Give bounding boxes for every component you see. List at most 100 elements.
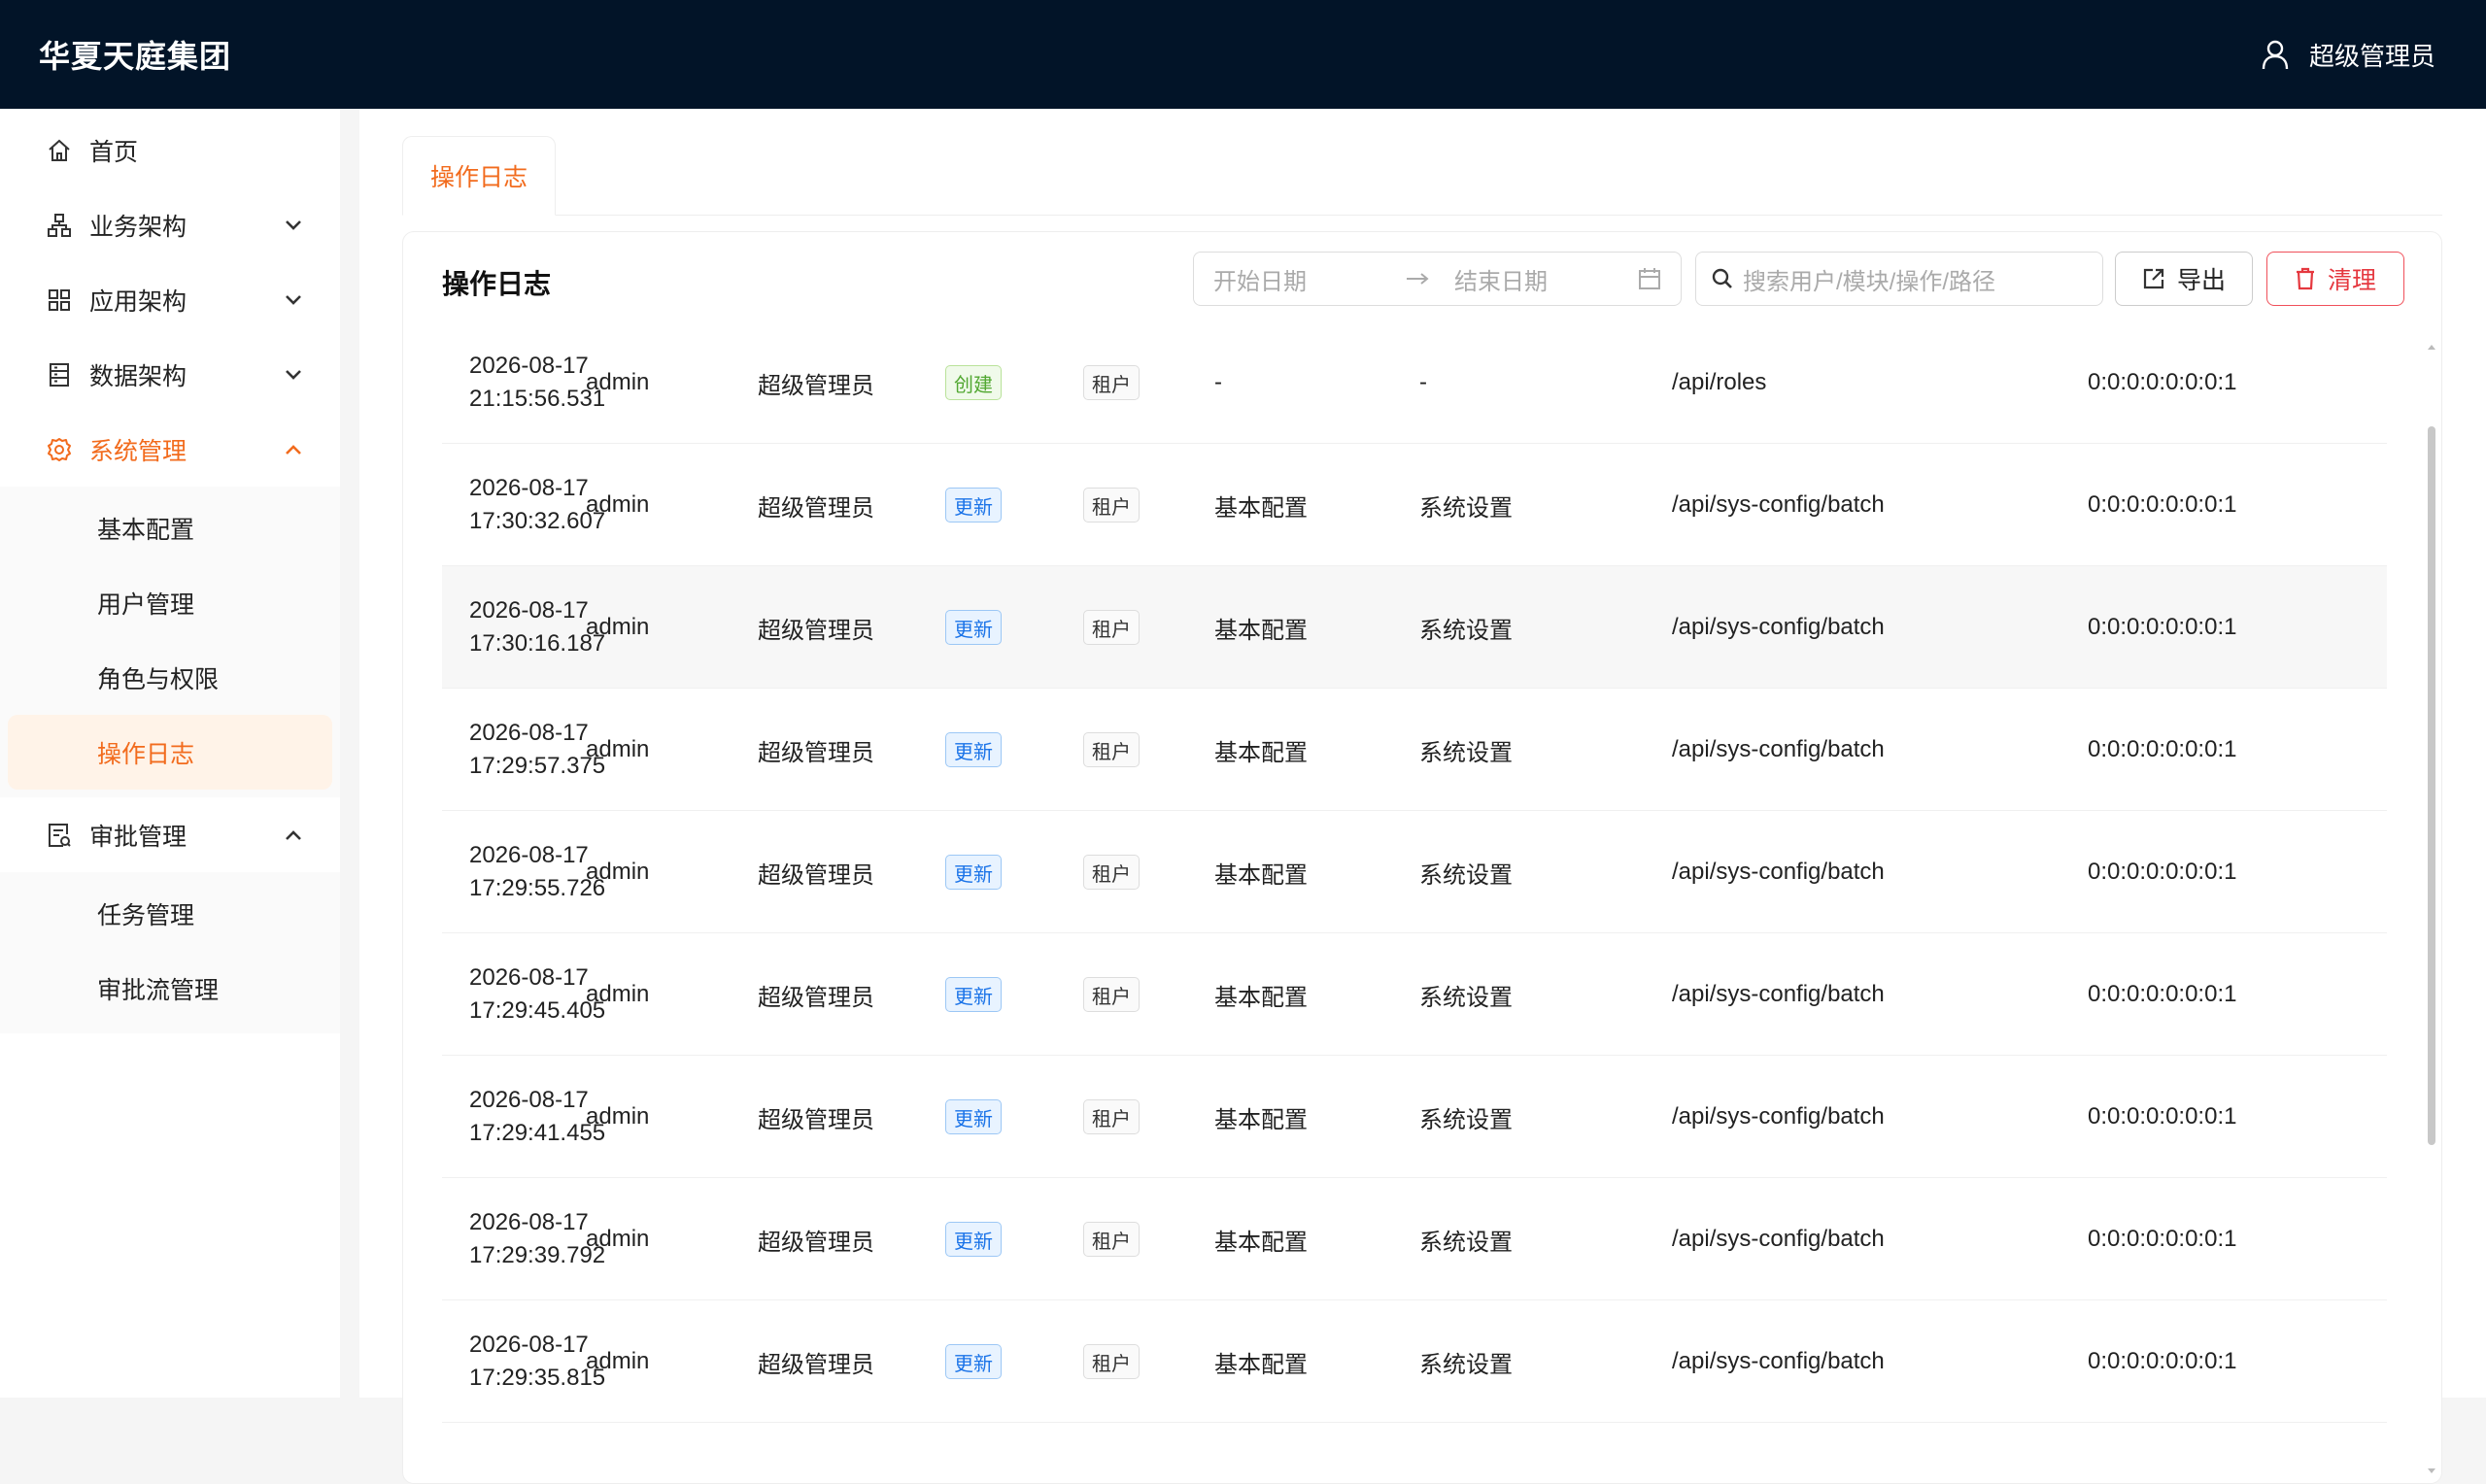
operation-cell: 系统设置 (1419, 1229, 1513, 1256)
approval-icon (45, 821, 74, 850)
ip-cell: 0:0:0:0:0:0:0:1 (2088, 369, 2237, 395)
ip-cell: 0:0:0:0:0:0:0:1 (2088, 1348, 2237, 1374)
sidebar-item-home[interactable]: 首页 (0, 113, 340, 187)
role-cell: 超级管理员 (758, 739, 874, 766)
user-cell: admin (586, 981, 650, 1007)
ip-cell: 0:0:0:0:0:0:0:1 (2088, 491, 2237, 518)
sidebar-subitem-roles-permissions[interactable]: 角色与权限 (8, 640, 332, 715)
clear-button[interactable]: 清理 (2266, 252, 2404, 306)
role-cell: 超级管理员 (758, 1351, 874, 1378)
log-date: 2026-08-17 (469, 964, 589, 991)
sidebar-item-data-arch[interactable]: 数据架构 (0, 337, 340, 412)
table-row[interactable]: 2026-08-17 17:29:35.815 admin 超级管理员 更新 租… (442, 1300, 2387, 1423)
ip-cell: 0:0:0:0:0:0:0:1 (2088, 614, 2237, 640)
user-cell: admin (586, 859, 650, 885)
scope-cell: 租户 (1083, 444, 1140, 566)
scope-cell: 租户 (1083, 1056, 1140, 1178)
path-cell: /api/sys-config/batch (1672, 736, 1885, 762)
table-row[interactable]: 2026-08-17 17:30:32.607 admin 超级管理员 更新 租… (442, 444, 2387, 566)
log-date: 2026-08-17 (469, 720, 589, 746)
top-header: 华夏天庭集团 超级管理员 (0, 0, 2486, 109)
main-content: 操作日志 操作日志 开始日期 结束日期 搜索用户/模块/操作/路径 导出 清理 … (359, 109, 2486, 1484)
sidebar-item-label: 应用架构 (89, 287, 187, 316)
role-cell: 超级管理员 (758, 617, 874, 644)
log-date: 2026-08-17 (469, 842, 589, 868)
sidebar-subitem-task-management[interactable]: 任务管理 (8, 876, 332, 951)
arrow-right-icon (1398, 272, 1437, 286)
action-tag: 更新 (945, 488, 1002, 523)
action-cell: 更新 (945, 689, 1002, 811)
table-row[interactable]: 2026-08-17 17:29:57.375 admin 超级管理员 更新 租… (442, 689, 2387, 811)
module-cell: - (1214, 369, 1222, 395)
path-cell: /api/sys-config/batch (1672, 491, 1885, 518)
approval-submenu: 任务管理 审批流管理 (0, 872, 340, 1033)
ip-cell: 0:0:0:0:0:0:0:1 (2088, 859, 2237, 885)
action-tag: 更新 (945, 1344, 1002, 1379)
calendar-icon[interactable] (1638, 267, 1661, 290)
scope-tag: 租户 (1083, 732, 1140, 767)
start-date-input[interactable]: 开始日期 (1213, 262, 1398, 296)
sidebar-subitem-user-management[interactable]: 用户管理 (8, 565, 332, 640)
sidebar-subitem-basic-config[interactable]: 基本配置 (8, 490, 332, 565)
search-input[interactable]: 搜索用户/模块/操作/路径 (1695, 252, 2103, 306)
sidebar-item-label: 数据架构 (89, 362, 187, 390)
sidebar-item-system[interactable]: 系统管理 (0, 412, 340, 487)
operation-cell: 系统设置 (1419, 861, 1513, 889)
scroll-up-icon[interactable] (2426, 341, 2437, 353)
table-row[interactable]: 2026-08-17 17:30:16.187 admin 超级管理员 更新 租… (442, 566, 2387, 689)
module-cell: 基本配置 (1214, 1229, 1308, 1256)
path-cell: /api/sys-config/batch (1672, 859, 1885, 885)
operation-cell: 系统设置 (1419, 494, 1513, 522)
date-range-picker[interactable]: 开始日期 结束日期 (1193, 252, 1682, 306)
export-label: 导出 (2176, 267, 2226, 294)
action-cell: 更新 (945, 566, 1002, 689)
action-cell: 更新 (945, 1056, 1002, 1178)
action-cell: 更新 (945, 933, 1002, 1056)
action-cell: 更新 (945, 1300, 1002, 1423)
table-row[interactable]: 2026-08-17 17:29:41.455 admin 超级管理员 更新 租… (442, 1056, 2387, 1178)
table-row[interactable]: 2026-08-17 17:29:45.405 admin 超级管理员 更新 租… (442, 933, 2387, 1056)
scrollbar[interactable] (2428, 426, 2435, 1145)
sidebar-item-label: 首页 (89, 138, 139, 166)
scope-tag: 租户 (1083, 855, 1140, 890)
scope-tag: 租户 (1083, 977, 1140, 1012)
gear-icon (45, 435, 74, 464)
table-row[interactable]: 2026-08-17 21:15:56.531 admin 超级管理员 创建 租… (442, 339, 2387, 444)
action-tag: 更新 (945, 732, 1002, 767)
table-row[interactable]: 2026-08-17 17:29:39.792 admin 超级管理员 更新 租… (442, 1178, 2387, 1300)
scroll-down-icon[interactable] (2426, 1466, 2437, 1477)
home-icon (45, 136, 74, 165)
user-cell: admin (586, 1103, 650, 1130)
search-placeholder: 搜索用户/模块/操作/路径 (1743, 268, 1996, 295)
action-tag: 创建 (945, 365, 1002, 400)
log-date: 2026-08-17 (469, 475, 589, 501)
sidebar-subitem-operation-log[interactable]: 操作日志 (8, 715, 332, 790)
scope-tag: 租户 (1083, 365, 1140, 400)
export-button[interactable]: 导出 (2115, 252, 2253, 306)
scope-tag: 租户 (1083, 1099, 1140, 1134)
org-chart-icon (45, 211, 74, 240)
end-date-input[interactable]: 结束日期 (1454, 262, 1638, 296)
log-card: 操作日志 开始日期 结束日期 搜索用户/模块/操作/路径 导出 清理 2026-… (402, 231, 2442, 1484)
table-row[interactable]: 2026-08-17 17:29:55.726 admin 超级管理员 更新 租… (442, 811, 2387, 933)
sidebar-item-app-arch[interactable]: 应用架构 (0, 262, 340, 337)
action-tag: 更新 (945, 610, 1002, 645)
ip-cell: 0:0:0:0:0:0:0:1 (2088, 736, 2237, 762)
scope-cell: 租户 (1083, 1300, 1140, 1423)
role-cell: 超级管理员 (758, 861, 874, 889)
log-date: 2026-08-17 (469, 597, 589, 624)
chevron-down-icon (282, 214, 305, 237)
module-cell: 基本配置 (1214, 1106, 1308, 1133)
sidebar-item-business-arch[interactable]: 业务架构 (0, 187, 340, 262)
role-cell: 超级管理员 (758, 1229, 874, 1256)
sidebar-subitem-approval-flow[interactable]: 审批流管理 (8, 951, 332, 1026)
sidebar-item-approval[interactable]: 审批管理 (0, 797, 340, 872)
user-menu[interactable]: 超级管理员 (2243, 24, 2447, 84)
tab-operation-log[interactable]: 操作日志 (402, 136, 557, 216)
role-cell: 超级管理员 (758, 984, 874, 1011)
module-cell: 基本配置 (1214, 494, 1308, 522)
user-cell: admin (586, 491, 650, 518)
role-cell: 超级管理员 (758, 494, 874, 522)
scope-cell: 租户 (1083, 1178, 1140, 1300)
action-tag: 更新 (945, 977, 1002, 1012)
